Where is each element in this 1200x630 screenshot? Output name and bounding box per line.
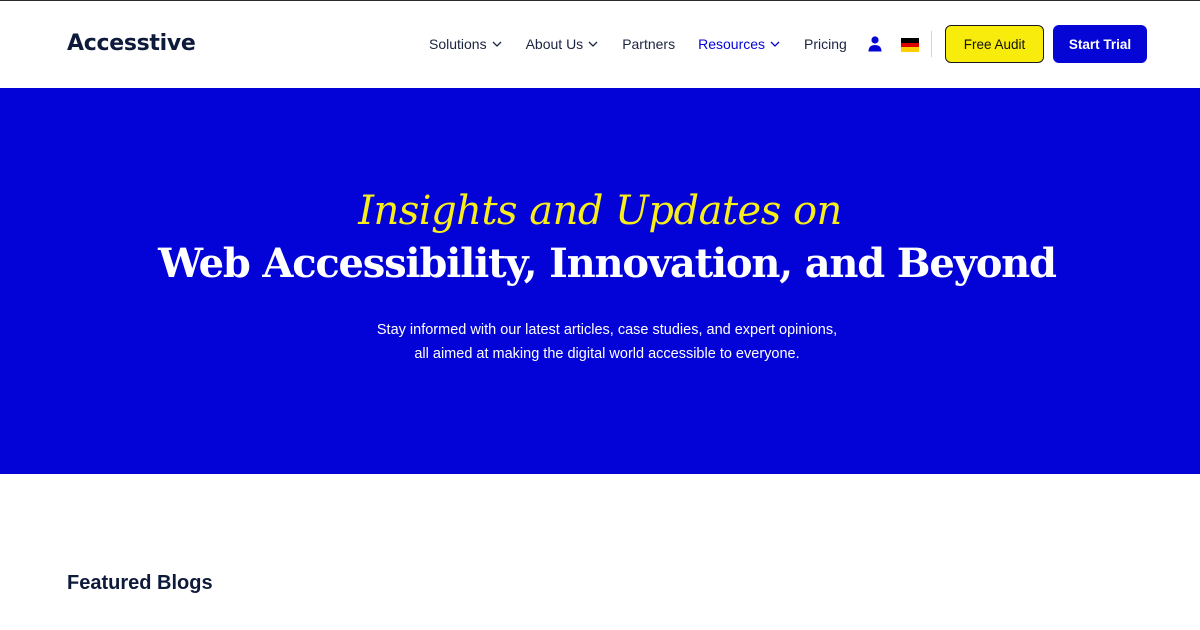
site-header: Accesstive Solutions About Us Partners R… xyxy=(0,1,1200,88)
start-trial-button[interactable]: Start Trial xyxy=(1053,25,1147,63)
nav-item-pricing[interactable]: Pricing xyxy=(804,36,847,52)
nav-item-solutions[interactable]: Solutions xyxy=(429,36,503,52)
nav-item-label: About Us xyxy=(525,36,584,52)
free-audit-button[interactable]: Free Audit xyxy=(945,25,1044,63)
nav-item-label: Pricing xyxy=(804,36,847,52)
hero-kicker: Insights and Updates on xyxy=(358,188,842,234)
chevron-down-icon xyxy=(769,38,781,50)
german-flag-icon[interactable] xyxy=(901,38,919,52)
nav-item-resources[interactable]: Resources xyxy=(698,36,781,52)
nav-item-about-us[interactable]: About Us xyxy=(526,36,600,52)
chevron-down-icon xyxy=(491,38,503,50)
hero-section: Insights and Updates on Web Accessibilit… xyxy=(0,88,1200,474)
header-divider xyxy=(931,31,932,57)
chevron-down-icon xyxy=(587,38,599,50)
nav-item-label: Solutions xyxy=(429,36,487,52)
main-nav: Solutions About Us Partners Resources Pr… xyxy=(429,34,870,54)
nav-item-label: Partners xyxy=(622,36,676,52)
featured-blogs-heading: Featured Blogs xyxy=(67,572,213,594)
hero-subtitle-line: Stay informed with our latest articles, … xyxy=(376,322,838,338)
hero-title: Web Accessibility, Innovation, and Beyon… xyxy=(158,240,1057,287)
brand-logo[interactable]: Accesstive xyxy=(67,31,196,56)
hero-subtitle-line: all aimed at making the digital world ac… xyxy=(414,346,800,362)
nav-item-partners[interactable]: Partners xyxy=(622,36,675,52)
nav-item-label: Resources xyxy=(698,36,766,52)
user-icon[interactable] xyxy=(867,35,883,53)
hero-subtitle: Stay informed with our latest articles, … xyxy=(0,318,1200,366)
